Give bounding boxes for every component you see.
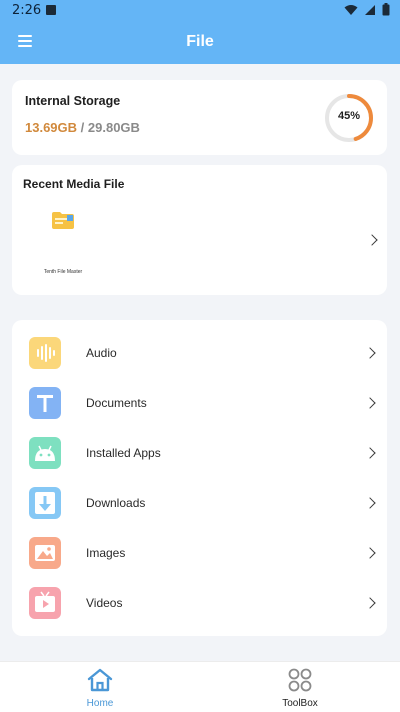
- image-mountain-icon: [29, 537, 61, 569]
- storage-amount: 13.69GB / 29.80GB: [25, 120, 140, 135]
- chevron-right-icon: [364, 397, 376, 409]
- category-videos[interactable]: Videos: [12, 578, 387, 628]
- notification-square-icon: [46, 5, 56, 15]
- category-audio[interactable]: Audio: [12, 328, 387, 378]
- category-documents[interactable]: Documents: [12, 378, 387, 428]
- chevron-right-icon: [364, 447, 376, 459]
- audio-wave-icon: [29, 337, 61, 369]
- chevron-right-icon: [364, 597, 376, 609]
- video-play-icon: [29, 587, 61, 619]
- storage-gauge: 45%: [323, 92, 375, 144]
- android-icon: [29, 437, 61, 469]
- category-list: Audio Documents Installed Apps Downloads…: [12, 320, 387, 636]
- chevron-right-icon: [364, 547, 376, 559]
- category-label: Images: [86, 546, 126, 560]
- bottom-nav: Home ToolBox: [0, 661, 400, 712]
- folder-file-icon[interactable]: [52, 211, 74, 229]
- category-label: Documents: [86, 396, 147, 410]
- nav-toolbox-label: ToolBox: [282, 698, 318, 709]
- nav-home-label: Home: [86, 698, 114, 709]
- internal-storage-card[interactable]: Internal Storage 13.69GB / 29.80GB 45%: [12, 80, 387, 155]
- category-label: Videos: [86, 596, 123, 610]
- battery-icon: [382, 3, 390, 16]
- status-icons: [344, 3, 390, 16]
- app-bar: File: [0, 22, 400, 64]
- category-label: Installed Apps: [86, 446, 161, 460]
- nav-home[interactable]: Home: [0, 662, 200, 712]
- category-installed-apps[interactable]: Installed Apps: [12, 428, 387, 478]
- recent-media-title: Recent Media File: [23, 177, 125, 191]
- home-icon: [87, 668, 113, 692]
- signal-icon: [365, 4, 375, 15]
- chevron-right-icon[interactable]: [366, 234, 378, 246]
- page-title: File: [186, 33, 214, 50]
- category-downloads[interactable]: Downloads: [12, 478, 387, 528]
- toolbox-grid-icon: [288, 668, 312, 692]
- status-bar: 2:26: [0, 0, 400, 22]
- download-arrow-icon: [29, 487, 61, 519]
- storage-used: 13.69GB: [25, 120, 78, 135]
- chevron-right-icon: [364, 497, 376, 509]
- category-label: Audio: [86, 346, 117, 360]
- text-document-icon: [29, 387, 61, 419]
- recent-media-card: Recent Media File Tenth File Master: [12, 165, 387, 295]
- nav-toolbox[interactable]: ToolBox: [200, 662, 400, 712]
- chevron-right-icon: [364, 347, 376, 359]
- category-images[interactable]: Images: [12, 528, 387, 578]
- storage-label: Internal Storage: [25, 94, 121, 108]
- status-time: 2:26: [12, 3, 42, 18]
- category-label: Downloads: [86, 496, 146, 510]
- storage-separator: /: [77, 120, 88, 135]
- recent-media-item-label: Tenth File Master: [43, 269, 83, 275]
- wifi-icon: [344, 4, 358, 15]
- storage-percent: 45%: [337, 110, 361, 122]
- storage-total: 29.80GB: [87, 120, 140, 135]
